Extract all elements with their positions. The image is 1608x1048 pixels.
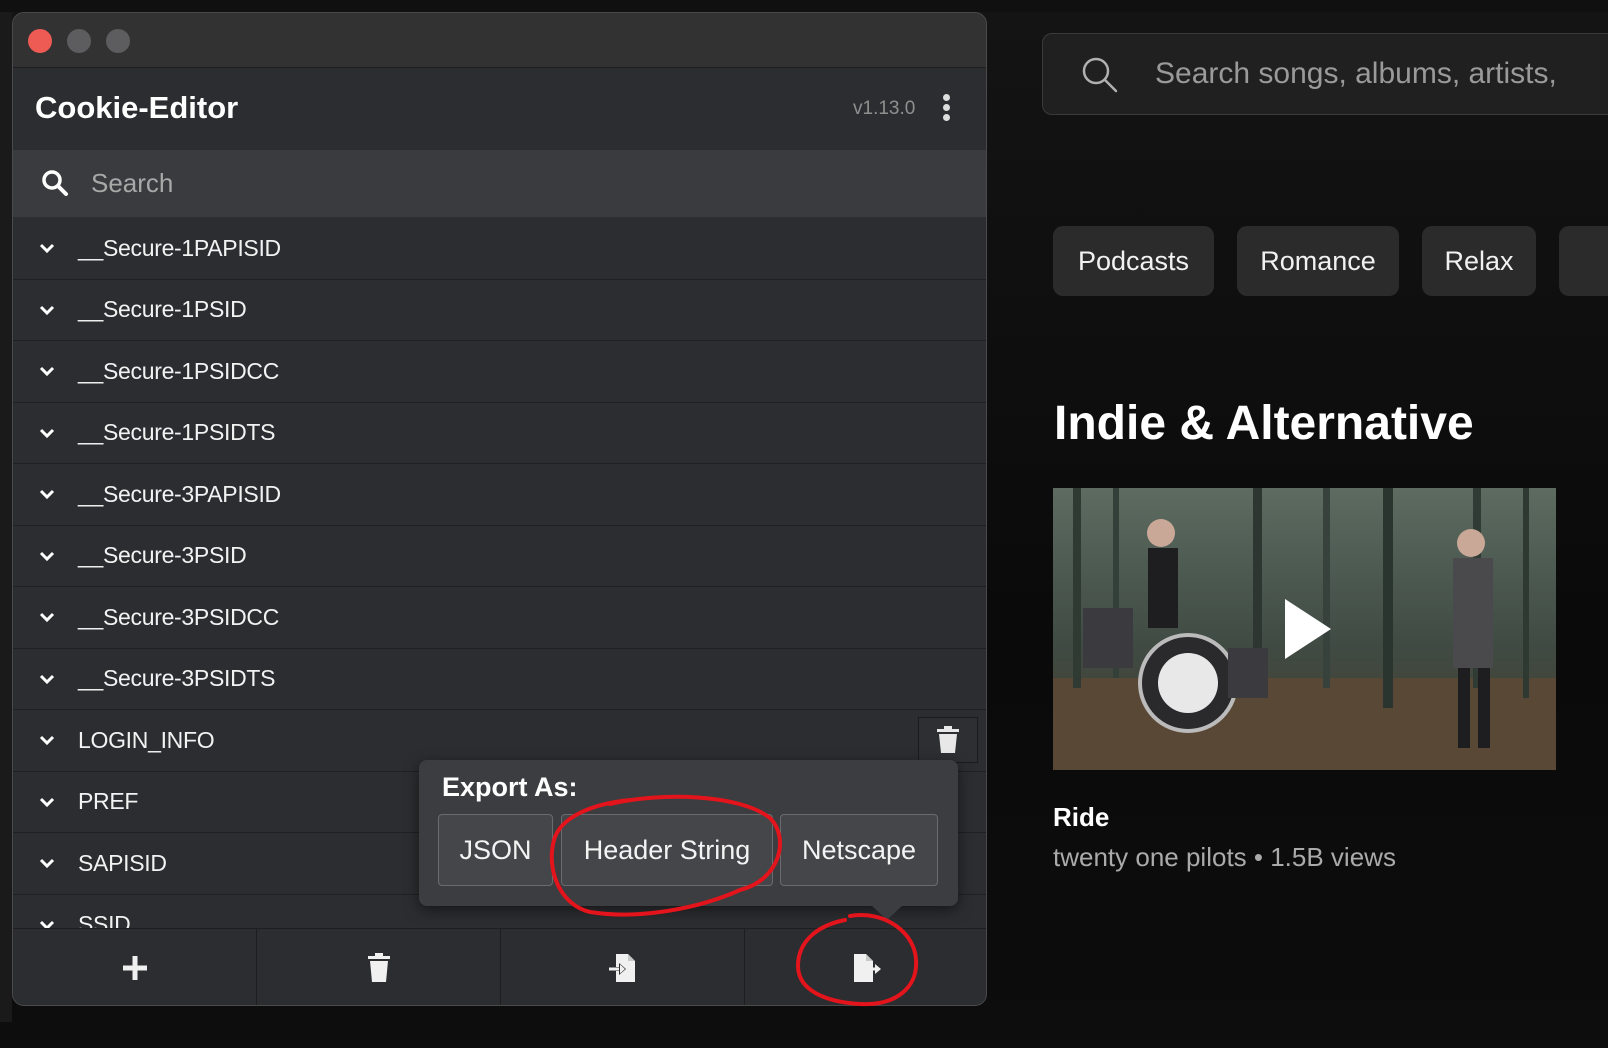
chevron-down-icon[interactable] xyxy=(39,240,55,256)
kebab-dot xyxy=(942,104,950,111)
window-titlebar xyxy=(13,13,986,68)
chevron-down-icon[interactable] xyxy=(39,363,55,379)
version-label: v1.13.0 xyxy=(853,98,916,119)
top-bar xyxy=(0,0,1608,12)
cookie-row[interactable]: __Secure-3PSID xyxy=(13,526,986,587)
cookie-name: __Secure-1PSIDTS xyxy=(78,419,276,446)
minimize-window-button[interactable] xyxy=(67,29,91,53)
cookie-name: PREF xyxy=(78,788,139,815)
extension-header: Cookie-Editor v1.13.0 xyxy=(13,68,986,150)
music-search-bar[interactable]: Search songs, albums, artists, xyxy=(1042,33,1608,115)
file-import-icon xyxy=(607,954,635,982)
more-options-button[interactable] xyxy=(938,94,954,126)
video-thumbnail-image xyxy=(1053,488,1556,770)
export-label: Export As: xyxy=(442,772,578,802)
chevron-down-icon[interactable] xyxy=(39,609,55,625)
chevron-down-icon[interactable] xyxy=(39,732,55,748)
left-edge-strip xyxy=(0,12,12,1022)
section-title: Indie & Alternative xyxy=(1054,397,1474,450)
video-subtitle: twenty one pilots • 1.5B views xyxy=(1053,842,1396,872)
export-popover: Export As: JSON Header String Netscape xyxy=(419,760,958,920)
chip-relax[interactable]: Relax xyxy=(1422,226,1536,296)
cookie-search-row xyxy=(13,150,986,217)
search-icon xyxy=(42,170,68,196)
cookie-row[interactable]: __Secure-3PSIDTS xyxy=(13,649,986,710)
search-icon xyxy=(1082,57,1118,93)
kebab-dot xyxy=(942,114,950,121)
cookie-row[interactable]: __Secure-1PSIDCC xyxy=(13,341,986,403)
chevron-down-icon[interactable] xyxy=(39,671,55,687)
trash-icon xyxy=(367,953,390,982)
action-toolbar xyxy=(13,928,986,1005)
chevron-down-icon[interactable] xyxy=(39,855,55,871)
zoom-window-button[interactable] xyxy=(106,29,130,53)
add-cookie-button[interactable] xyxy=(13,929,257,1005)
export-netscape-button[interactable]: Netscape xyxy=(780,814,938,886)
cookie-name: __Secure-3PAPISID xyxy=(78,480,281,507)
cookie-row[interactable]: __Secure-1PSID xyxy=(13,280,986,341)
export-json-button[interactable]: JSON xyxy=(438,814,553,886)
export-button[interactable] xyxy=(745,929,986,1005)
chip-next[interactable] xyxy=(1559,226,1608,296)
cookie-search-input[interactable] xyxy=(91,160,951,206)
export-header-string-button[interactable]: Header String xyxy=(561,814,773,886)
chevron-down-icon[interactable] xyxy=(39,486,55,502)
video-title[interactable]: Ride xyxy=(1053,802,1109,833)
cookie-name: __Secure-3PSIDTS xyxy=(78,665,276,692)
music-search-placeholder: Search songs, albums, artists, xyxy=(1155,57,1557,90)
kebab-dot xyxy=(942,94,950,101)
delete-all-button[interactable] xyxy=(257,929,501,1005)
chevron-down-icon[interactable] xyxy=(39,917,55,929)
cookie-name: LOGIN_INFO xyxy=(78,726,215,753)
cookie-row[interactable]: __Secure-1PAPISID xyxy=(13,218,986,280)
chevron-down-icon[interactable] xyxy=(39,425,55,441)
trash-icon xyxy=(937,726,959,753)
app-title: Cookie-Editor xyxy=(35,90,239,125)
cookie-name: __Secure-1PAPISID xyxy=(78,234,281,261)
close-window-button[interactable] xyxy=(28,29,52,53)
video-thumbnail[interactable] xyxy=(1053,488,1556,770)
delete-cookie-button[interactable] xyxy=(918,717,978,763)
plus-icon xyxy=(122,956,147,980)
cookie-name: SAPISID xyxy=(78,849,167,876)
cookie-name: __Secure-3PSID xyxy=(78,542,247,569)
chip-podcasts[interactable]: Podcasts xyxy=(1053,226,1214,296)
chip-romance[interactable]: Romance xyxy=(1237,226,1399,296)
import-button[interactable] xyxy=(501,929,745,1005)
chevron-down-icon[interactable] xyxy=(39,302,55,318)
cookie-name: SSID xyxy=(78,911,131,928)
cookie-name: __Secure-3PSIDCC xyxy=(78,603,280,630)
cookie-row[interactable]: __Secure-1PSIDTS xyxy=(13,403,986,464)
file-export-icon xyxy=(853,954,881,982)
cookie-name: __Secure-1PSID xyxy=(78,296,247,323)
chevron-down-icon[interactable] xyxy=(39,794,55,810)
cookie-name: __Secure-1PSIDCC xyxy=(78,357,280,384)
cookie-row[interactable]: __Secure-3PSIDCC xyxy=(13,587,986,649)
cookie-row[interactable]: __Secure-3PAPISID xyxy=(13,464,986,526)
chevron-down-icon[interactable] xyxy=(39,548,55,564)
